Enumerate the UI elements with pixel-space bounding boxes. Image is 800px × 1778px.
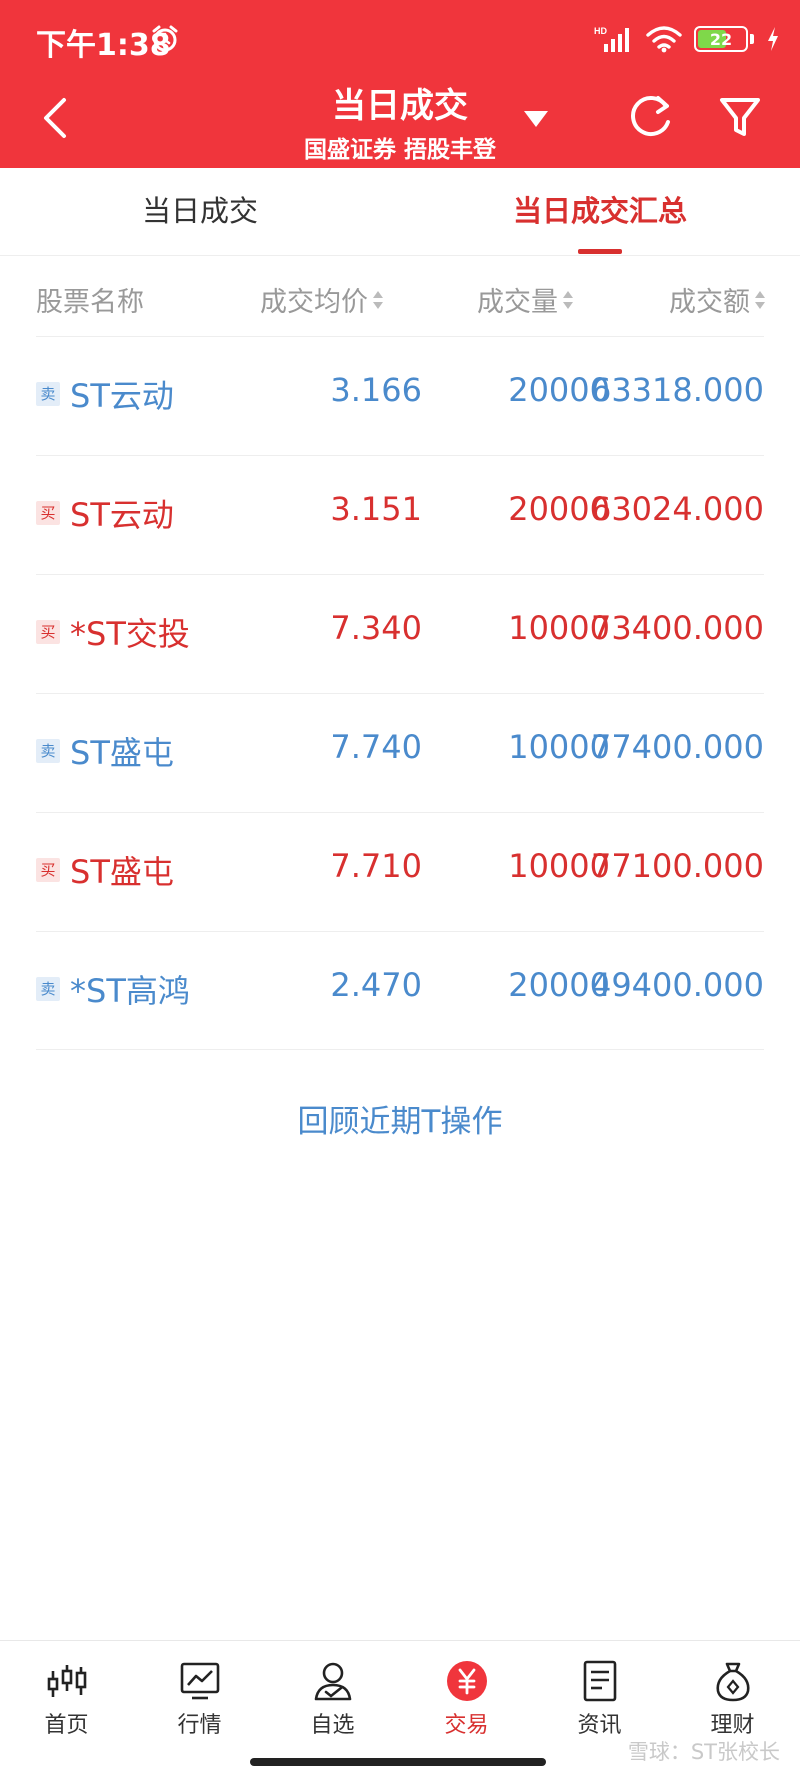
stock-name: ST云动	[70, 496, 174, 534]
tab-daily-trades[interactable]: 当日成交	[0, 168, 400, 256]
trade-list: 卖 ST云动 3.166 20000 63318.000 买 ST云动 3.15…	[0, 336, 800, 1050]
table-row[interactable]: 卖 ST云动 3.166 20000 63318.000	[36, 336, 764, 455]
table-header: 股票名称 成交均价 成交量 成交额	[0, 256, 800, 336]
nav-watchlist[interactable]: 自选	[266, 1659, 399, 1739]
yuan-icon	[446, 1661, 487, 1701]
wifi-icon	[646, 26, 682, 53]
battery-icon: 22	[694, 26, 748, 52]
amount: 77400.000	[590, 728, 764, 766]
amount: 77100.000	[590, 847, 764, 885]
nav-home[interactable]: 首页	[0, 1659, 133, 1739]
buy-badge: 买	[36, 501, 60, 525]
column-volume[interactable]: 成交量	[477, 280, 574, 319]
nav-news[interactable]: 资讯	[533, 1659, 666, 1739]
signal-icon: HD	[594, 26, 629, 52]
tab-daily-summary[interactable]: 当日成交汇总	[400, 168, 800, 256]
review-recent-t-link[interactable]: 回顾近期T操作	[0, 1096, 800, 1141]
avg-price: 3.151	[330, 490, 422, 528]
amount: 63024.000	[590, 490, 764, 528]
sort-icon	[372, 289, 384, 311]
column-stock-name: 股票名称	[36, 287, 144, 318]
table-row[interactable]: 卖 ST盛屯 7.740 10000 77400.000	[36, 693, 764, 812]
column-amount[interactable]: 成交额	[669, 280, 766, 319]
avg-price: 7.710	[330, 847, 422, 885]
avg-price: 7.740	[330, 728, 422, 766]
nav-trade[interactable]: 交易	[400, 1659, 533, 1739]
amount: 73400.000	[590, 609, 764, 647]
table-row[interactable]: 买 ST云动 3.151 20000 63024.000	[36, 455, 764, 574]
dropdown-triangle-icon[interactable]	[522, 108, 550, 130]
refresh-icon[interactable]	[626, 90, 676, 142]
watermark: 雪球：ST张校长	[627, 1740, 780, 1764]
stock-name: *ST交投	[70, 615, 190, 653]
document-icon	[583, 1660, 616, 1702]
avg-price: 3.166	[330, 371, 422, 409]
amount: 49400.000	[590, 966, 764, 1004]
buy-badge: 买	[36, 858, 60, 882]
sort-icon	[754, 289, 766, 311]
stock-name: ST云动	[70, 377, 174, 415]
table-row[interactable]: 卖 *ST高鸿 2.470 20000 49400.000	[36, 931, 764, 1050]
sell-badge: 卖	[36, 382, 60, 406]
amount: 63318.000	[590, 371, 764, 409]
page-title: 当日成交	[332, 86, 468, 126]
sort-icon	[562, 289, 574, 311]
svg-text:HD: HD	[594, 26, 607, 36]
status-icons: HD 22	[594, 22, 780, 56]
avg-price: 2.470	[330, 966, 422, 1004]
active-tab-indicator	[578, 249, 622, 254]
nav-market[interactable]: 行情	[133, 1659, 266, 1739]
nav-wealth[interactable]: 理财	[666, 1659, 799, 1739]
table-row[interactable]: 买 ST盛屯 7.710 10000 77100.000	[36, 812, 764, 931]
app-header: 下午1:38 HD 22 当日成交 国盛证券 捂股丰登	[0, 0, 800, 168]
sell-badge: 卖	[36, 977, 60, 1001]
filter-icon[interactable]	[716, 92, 764, 142]
stock-name: ST盛屯	[70, 734, 174, 772]
tab-bar: 当日成交 当日成交汇总	[0, 168, 800, 256]
column-avg-price[interactable]: 成交均价	[260, 280, 384, 319]
candlestick-icon	[47, 1665, 86, 1697]
table-row[interactable]: 买 *ST交投 7.340 10000 73400.000	[36, 574, 764, 693]
home-indicator[interactable]	[250, 1758, 546, 1766]
person-icon	[314, 1662, 351, 1701]
alarm-icon	[152, 25, 178, 52]
stock-name: ST盛屯	[70, 853, 174, 891]
buy-badge: 买	[36, 620, 60, 644]
battery-level: 22	[709, 29, 733, 49]
avg-price: 7.340	[330, 609, 422, 647]
sell-badge: 卖	[36, 739, 60, 763]
stock-name: *ST高鸿	[70, 972, 190, 1010]
chart-icon	[180, 1662, 219, 1700]
money-bag-icon	[715, 1662, 750, 1702]
account-name[interactable]: 国盛证券 捂股丰登	[0, 130, 800, 164]
charging-icon	[768, 27, 778, 51]
